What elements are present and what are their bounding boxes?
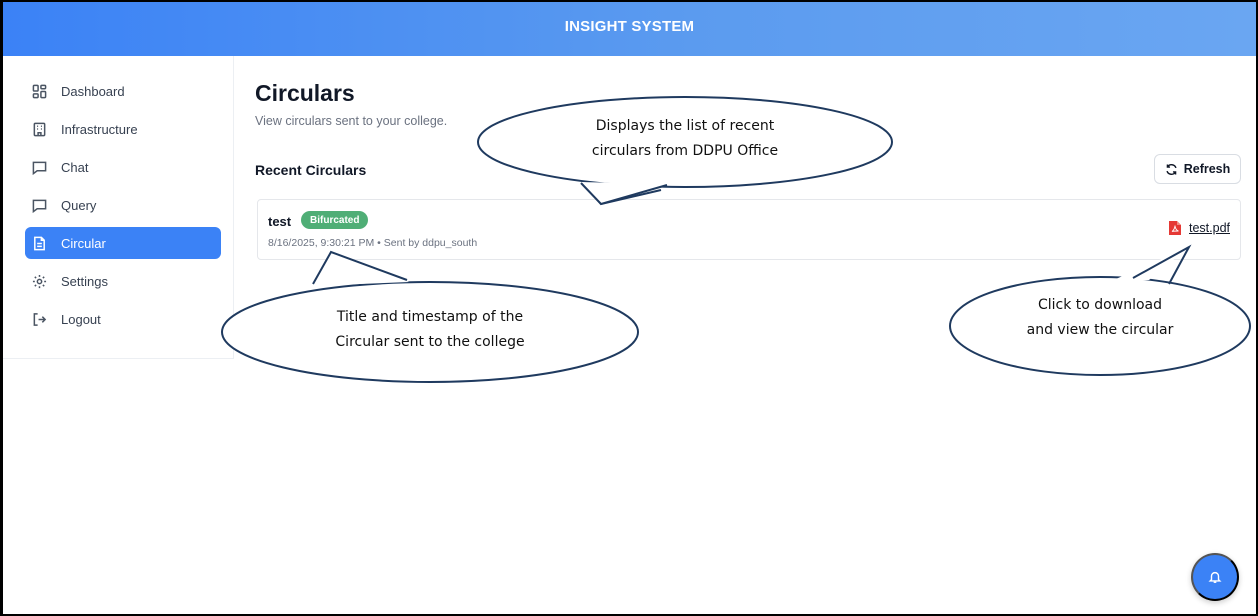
- app-window: INSIGHT SYSTEM Dashboard Infrastructure …: [0, 0, 1258, 616]
- callout-list: Displays the list of recent circulars fr…: [477, 96, 893, 206]
- dashboard-icon: [31, 83, 47, 99]
- sidebar-item-label: Query: [61, 197, 97, 213]
- refresh-label: Refresh: [1183, 162, 1231, 176]
- building-icon: [31, 121, 47, 137]
- sidebar-item-label: Infrastructure: [61, 121, 138, 137]
- sidebar-item-circular[interactable]: Circular: [25, 227, 221, 259]
- sidebar-item-label: Circular: [61, 235, 106, 251]
- pdf-file-icon: [1169, 221, 1181, 235]
- callout-text: Displays the list of recent: [595, 118, 775, 134]
- sidebar-item-label: Settings: [61, 273, 108, 289]
- sidebar-item-label: Chat: [61, 159, 89, 175]
- sidebar-item-label: Dashboard: [61, 83, 125, 99]
- sidebar-item-chat[interactable]: Chat: [25, 151, 221, 183]
- bell-icon: [1208, 571, 1222, 583]
- callout-title-timestamp: Title and timestamp of the Circular sent…: [221, 250, 639, 384]
- logout-icon: [31, 311, 47, 327]
- refresh-icon: [1166, 163, 1177, 175]
- sidebar-item-label: Logout: [61, 311, 101, 327]
- sidebar-item-infrastructure[interactable]: Infrastructure: [25, 113, 221, 145]
- sidebar-item-query[interactable]: Query: [25, 189, 221, 221]
- callout-text: Circular sent to the college: [335, 334, 525, 350]
- sidebar-item-settings[interactable]: Settings: [25, 265, 221, 297]
- sidebar-item-dashboard[interactable]: Dashboard: [25, 75, 221, 107]
- section-title: Recent Circulars: [255, 162, 367, 178]
- document-icon: [31, 235, 47, 251]
- gear-icon: [31, 273, 47, 289]
- callout-text: circulars from DDPU Office: [591, 143, 779, 159]
- callout-text: Click to download: [1037, 297, 1162, 313]
- page-subtitle: View circulars sent to your college.: [255, 114, 448, 128]
- top-bar: INSIGHT SYSTEM: [3, 2, 1256, 56]
- notifications-button[interactable]: [1191, 553, 1239, 601]
- page-title: Circulars: [255, 80, 355, 106]
- status-badge: Bifurcated: [301, 211, 369, 229]
- download-link[interactable]: test.pdf: [1169, 221, 1230, 235]
- file-name: test.pdf: [1189, 221, 1230, 235]
- refresh-button[interactable]: Refresh: [1154, 154, 1241, 184]
- circular-meta: 8/16/2025, 9:30:21 PM • Sent by ddpu_sou…: [268, 237, 478, 249]
- callout-text: and view the circular: [1026, 322, 1174, 338]
- callout-text: Title and timestamp of the: [336, 309, 524, 325]
- app-title: INSIGHT SYSTEM: [564, 17, 695, 35]
- sidebar-item-logout[interactable]: Logout: [25, 303, 221, 335]
- callout-download: Click to download and view the circular: [949, 244, 1251, 376]
- query-icon: [31, 197, 47, 213]
- circular-title: test: [268, 214, 292, 229]
- chat-icon: [31, 159, 47, 175]
- sidebar: Dashboard Infrastructure Chat Query Circ…: [3, 56, 234, 359]
